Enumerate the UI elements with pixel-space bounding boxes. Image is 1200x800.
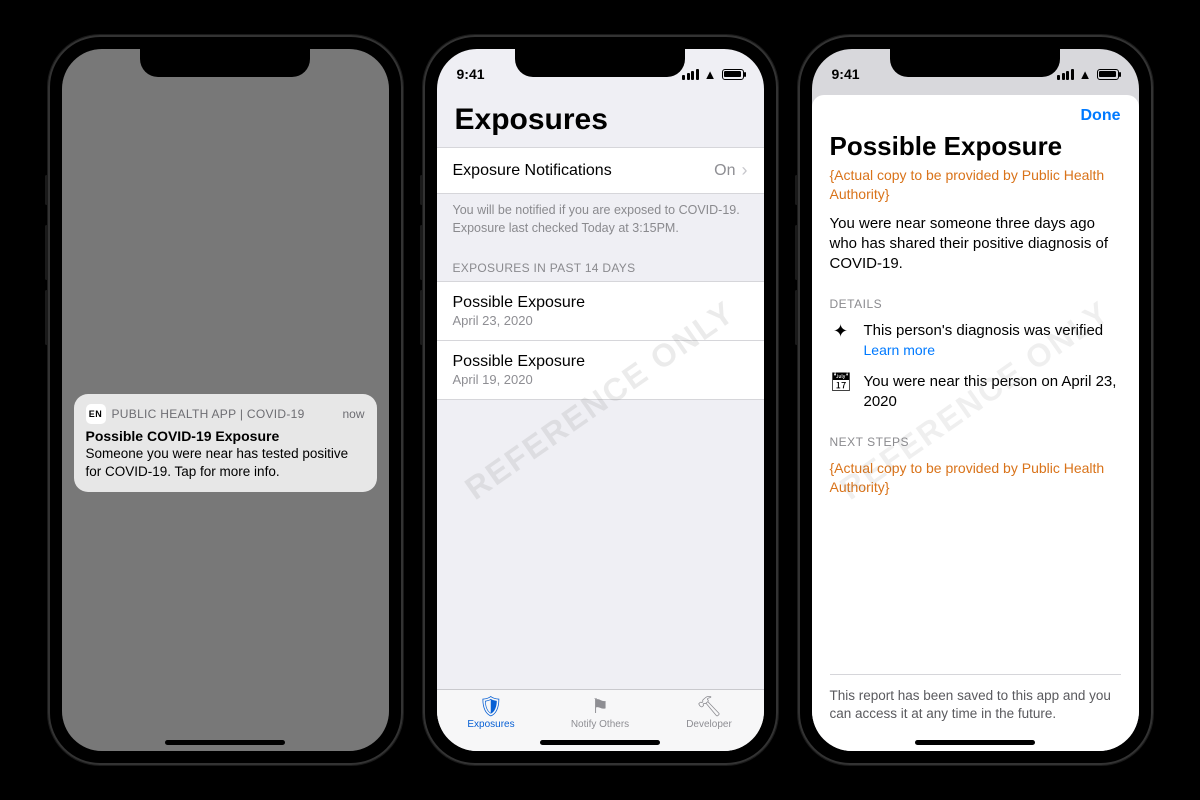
chevron-right-icon: › [742,160,748,181]
exposure-description: You were near someone three days ago who… [830,214,1121,275]
exposure-row-date: April 23, 2020 [453,313,533,328]
phone-mockup-notification: EN PUBLIC HEALTH APP | COVID-19 now Poss… [48,35,403,765]
notification-title: Possible COVID-19 Exposure [86,428,365,444]
tab-developer[interactable]: 🔨︎ Developer [655,690,764,737]
details-header: DETAILS [830,297,1121,311]
detail-date-text: You were near this person on April 23, 2… [864,372,1121,411]
section-footer-note: You will be notified if you are exposed … [437,194,764,253]
next-steps-header: NEXT STEPS [830,435,1121,449]
phone-mockup-exposures-list: 9:41 ▲ Exposures Exposure Notifications … [423,35,778,765]
notification-app-name: PUBLIC HEALTH APP | COVID-19 [112,407,337,421]
exposure-row[interactable]: Possible Exposure April 23, 2020 [437,281,764,341]
report-saved-note: This report has been saved to this app a… [830,674,1121,723]
page-title: Possible Exposure [830,131,1121,162]
shield-icon: 🛡︎ [478,697,503,717]
cellular-signal-icon [682,69,699,80]
battery-icon [722,69,744,80]
tab-label: Developer [686,719,732,730]
section-header: EXPOSURES IN PAST 14 DAYS [437,253,764,281]
page-title: Exposures [437,97,764,147]
exposure-notifications-row[interactable]: Exposure Notifications On › [437,147,764,194]
detail-verified-text: This person's diagnosis was verified [864,321,1104,341]
exposure-row-title: Possible Exposure [453,294,586,312]
cellular-signal-icon [1057,69,1074,80]
tab-label: Notify Others [571,719,629,730]
placeholder-copy: {Actual copy to be provided by Public He… [830,166,1121,204]
push-notification[interactable]: EN PUBLIC HEALTH APP | COVID-19 now Poss… [74,394,377,492]
phone-mockup-exposure-detail: 9:41 ▲ Done Possible Exposure {Actual co… [798,35,1153,765]
tab-notify-others[interactable]: ⚑ Notify Others [546,690,655,737]
exposure-row-title: Possible Exposure [453,353,586,371]
notification-body: Someone you were near has tested positiv… [86,445,365,480]
learn-more-link[interactable]: Learn more [864,342,1104,358]
battery-icon [1097,69,1119,80]
calendar-icon: 📅︎ [830,372,852,411]
wifi-icon: ▲ [1079,67,1092,82]
detail-sheet: Done Possible Exposure {Actual copy to b… [812,95,1139,751]
device-notch [140,49,310,77]
hammer-icon: 🔨︎ [696,697,721,717]
device-notch [890,49,1060,77]
row-value: On [714,162,735,180]
detail-date-row: 📅︎ You were near this person on April 23… [830,372,1121,411]
wifi-icon: ▲ [704,67,717,82]
tab-exposures[interactable]: 🛡︎ Exposures [437,690,546,737]
verified-badge-icon: ✦ [830,321,852,359]
home-indicator[interactable] [915,740,1035,745]
flag-icon: ⚑ [591,697,609,717]
notification-time: now [342,407,364,421]
detail-verified-row: ✦ This person's diagnosis was verified L… [830,321,1121,359]
status-time: 9:41 [457,66,485,82]
exposure-row[interactable]: Possible Exposure April 19, 2020 [437,341,764,400]
done-button[interactable]: Done [1081,107,1121,125]
home-indicator[interactable] [165,740,285,745]
status-time: 9:41 [832,66,860,82]
placeholder-copy: {Actual copy to be provided by Public He… [830,459,1121,497]
notification-app-icon: EN [86,404,106,424]
tab-label: Exposures [467,719,514,730]
row-label: Exposure Notifications [453,162,612,180]
device-notch [515,49,685,77]
exposure-row-date: April 19, 2020 [453,372,533,387]
home-indicator[interactable] [540,740,660,745]
